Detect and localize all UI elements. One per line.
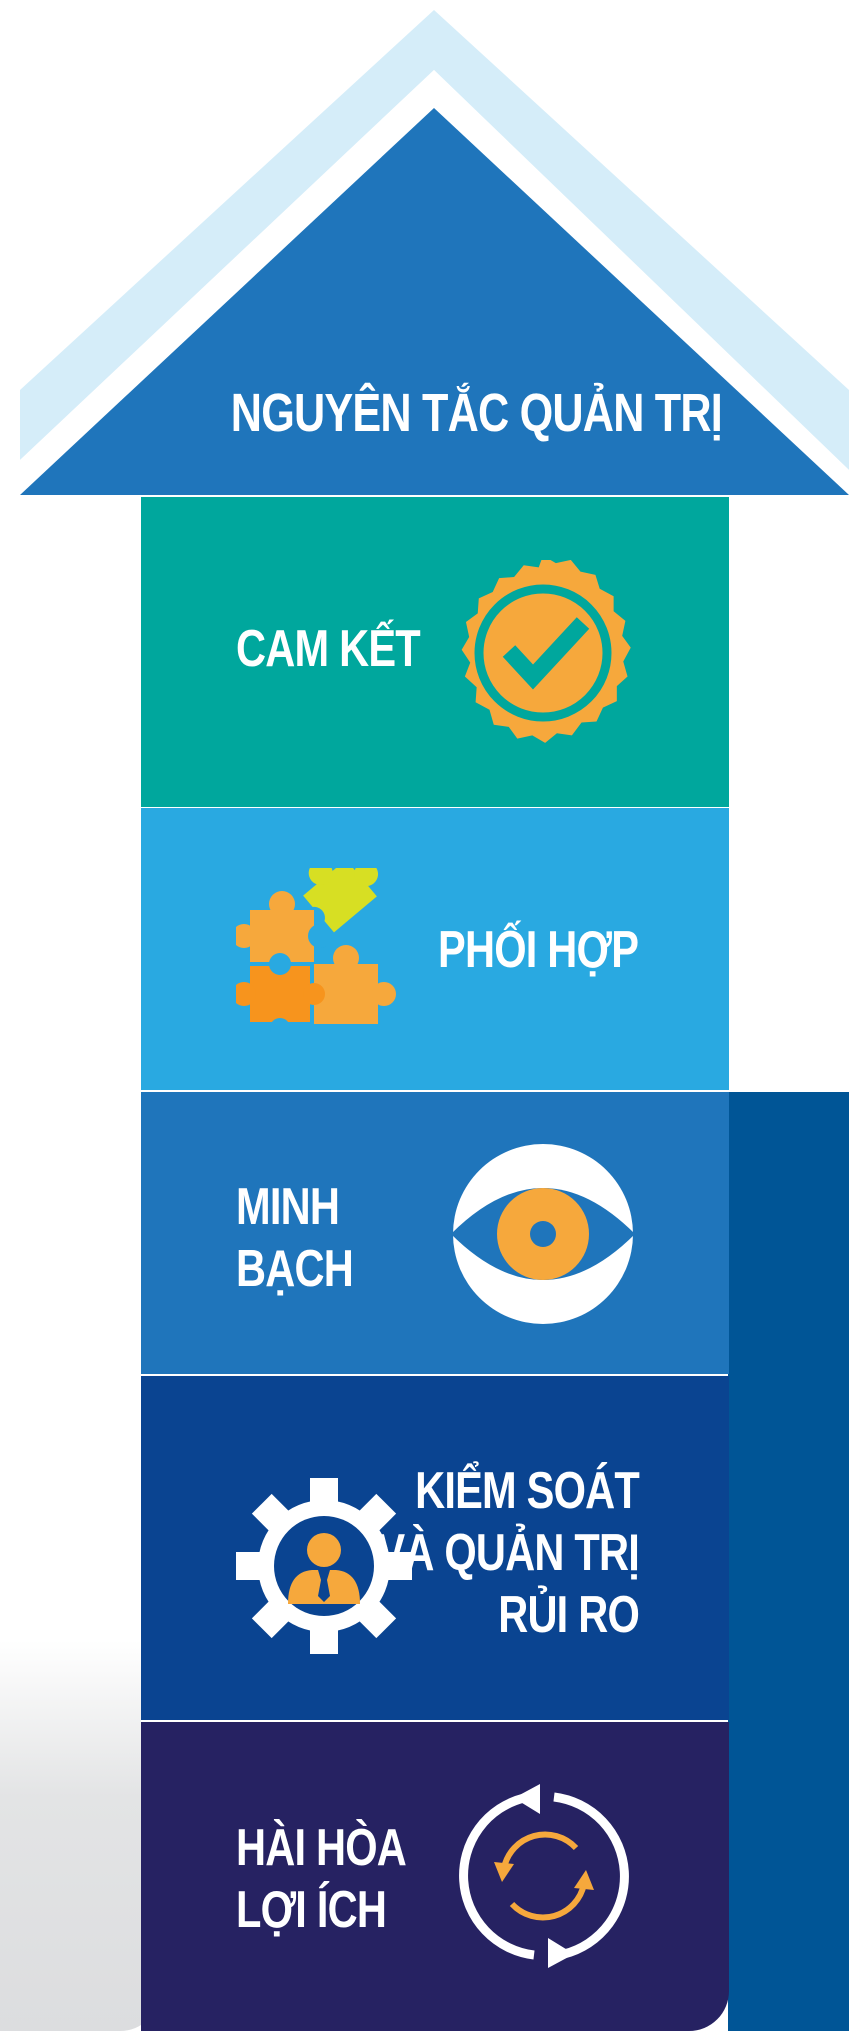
block-cam-ket xyxy=(141,497,729,807)
puzzle-icon xyxy=(236,868,396,1033)
gear-person-icon xyxy=(236,1478,412,1654)
block-kiem-soat-label: KIỂM SOÁT VÀ QUẢN TRỊ RỦI RO xyxy=(377,1460,639,1646)
block-hai-hoa-divider xyxy=(141,1720,647,1722)
block-kiem-soat-line-1: KIỂM SOÁT xyxy=(415,1462,640,1520)
right-band xyxy=(728,1092,849,2031)
block-phoi-hop-label: PHỐI HỢP xyxy=(437,921,639,979)
block-hai-hoa-line-1: HÀI HÒA xyxy=(236,1819,407,1877)
roof-title: NGUYÊN TẮC QUẢN TRỊ xyxy=(230,383,723,443)
block-minh-bach-line-2: BẠCH xyxy=(236,1240,354,1298)
eye-icon xyxy=(451,1144,635,1324)
block-hai-hoa-line-2: LỢI ÍCH xyxy=(236,1881,387,1939)
cycle-arrows-icon xyxy=(459,1784,629,1968)
block-cam-ket-label: CAM KẾT xyxy=(236,620,421,678)
block-hai-hoa xyxy=(141,1722,729,2031)
block-kiem-soat-line-2: VÀ QUẢN TRỊ xyxy=(377,1524,639,1582)
block-kiem-soat-divider xyxy=(141,1374,647,1376)
block-hai-hoa-label: HÀI HÒA LỢI ÍCH xyxy=(236,1817,407,1941)
block-phoi-hop xyxy=(141,808,729,1090)
left-shadow-fade xyxy=(0,1640,160,2031)
block-kiem-soat-line-3: RỦI RO xyxy=(498,1586,640,1644)
block-minh-bach xyxy=(141,1092,729,1374)
badge-check-icon xyxy=(461,560,631,743)
block-minh-bach-line-1: MINH xyxy=(236,1178,340,1236)
block-minh-bach-label: MINH BẠCH xyxy=(236,1176,354,1300)
